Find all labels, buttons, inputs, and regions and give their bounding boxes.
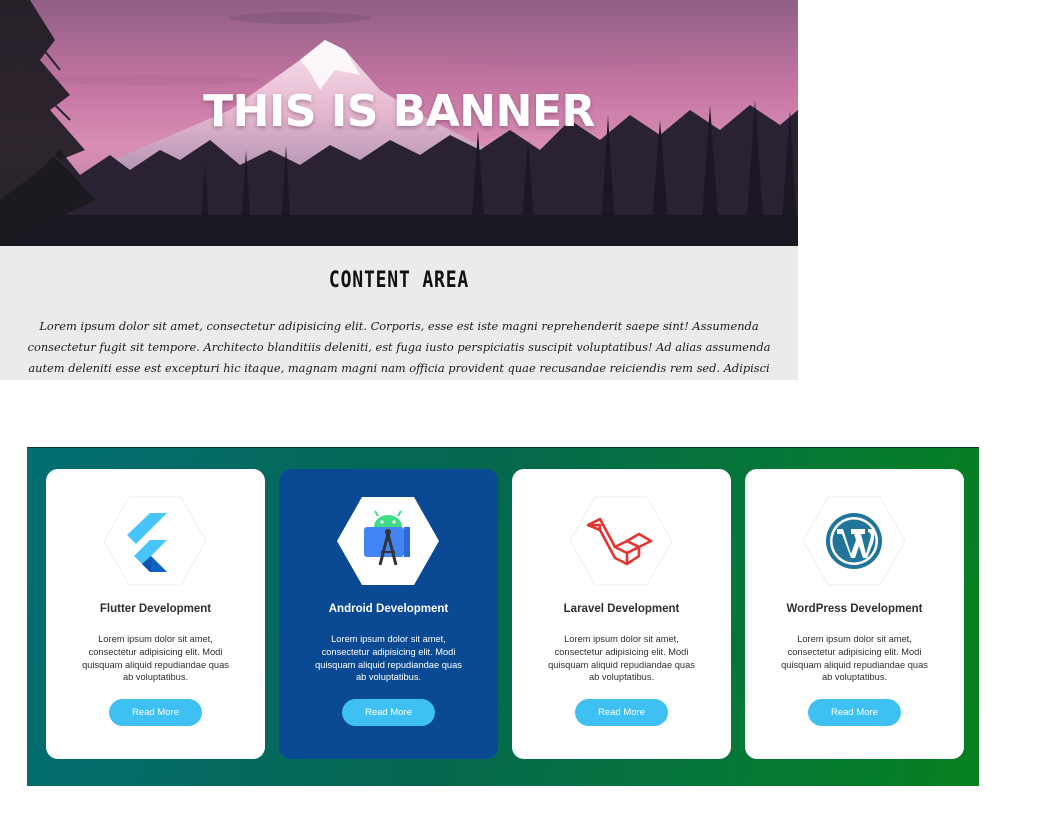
flutter-icon (103, 496, 207, 586)
wordpress-icon (802, 496, 906, 586)
content-text: Lorem ipsum dolor sit amet, consectetur … (27, 319, 771, 375)
card-title: Flutter Development (99, 603, 212, 615)
read-more-button[interactable]: Read More (575, 699, 668, 726)
read-more-button[interactable]: Read More (109, 699, 202, 726)
service-card-android: Android Development Lorem ipsum dolor si… (279, 469, 498, 759)
card-title: Android Development (328, 603, 449, 615)
page: THIS IS BANNER CONTENT AREA Lorem ipsum … (0, 0, 1051, 815)
service-card-flutter: Flutter Development Lorem ipsum dolor si… (46, 469, 265, 759)
content-area: CONTENT AREA Lorem ipsum dolor sit amet,… (0, 246, 798, 380)
card-text: Lorem ipsum dolor sit amet, consectetur … (781, 634, 928, 683)
android-studio-icon (336, 496, 440, 586)
card-title: WordPress Development (786, 603, 923, 615)
service-card-laravel: Laravel Development Lorem ipsum dolor si… (512, 469, 731, 759)
card-text: Lorem ipsum dolor sit amet, consectetur … (82, 634, 229, 683)
banner: THIS IS BANNER (0, 0, 798, 246)
read-more-button[interactable]: Read More (808, 699, 901, 726)
card-text: Lorem ipsum dolor sit amet, consectetur … (548, 634, 695, 683)
card-text: Lorem ipsum dolor sit amet, consectetur … (315, 634, 462, 683)
laravel-icon (569, 496, 673, 586)
banner-title: THIS IS BANNER (203, 86, 595, 137)
content-title: CONTENT AREA (328, 268, 470, 293)
read-more-button[interactable]: Read More (342, 699, 435, 726)
services-section: Flutter Development Lorem ipsum dolor si… (27, 447, 979, 786)
service-card-wordpress: WordPress Development Lorem ipsum dolor … (745, 469, 964, 759)
card-title: Laravel Development (563, 603, 680, 615)
